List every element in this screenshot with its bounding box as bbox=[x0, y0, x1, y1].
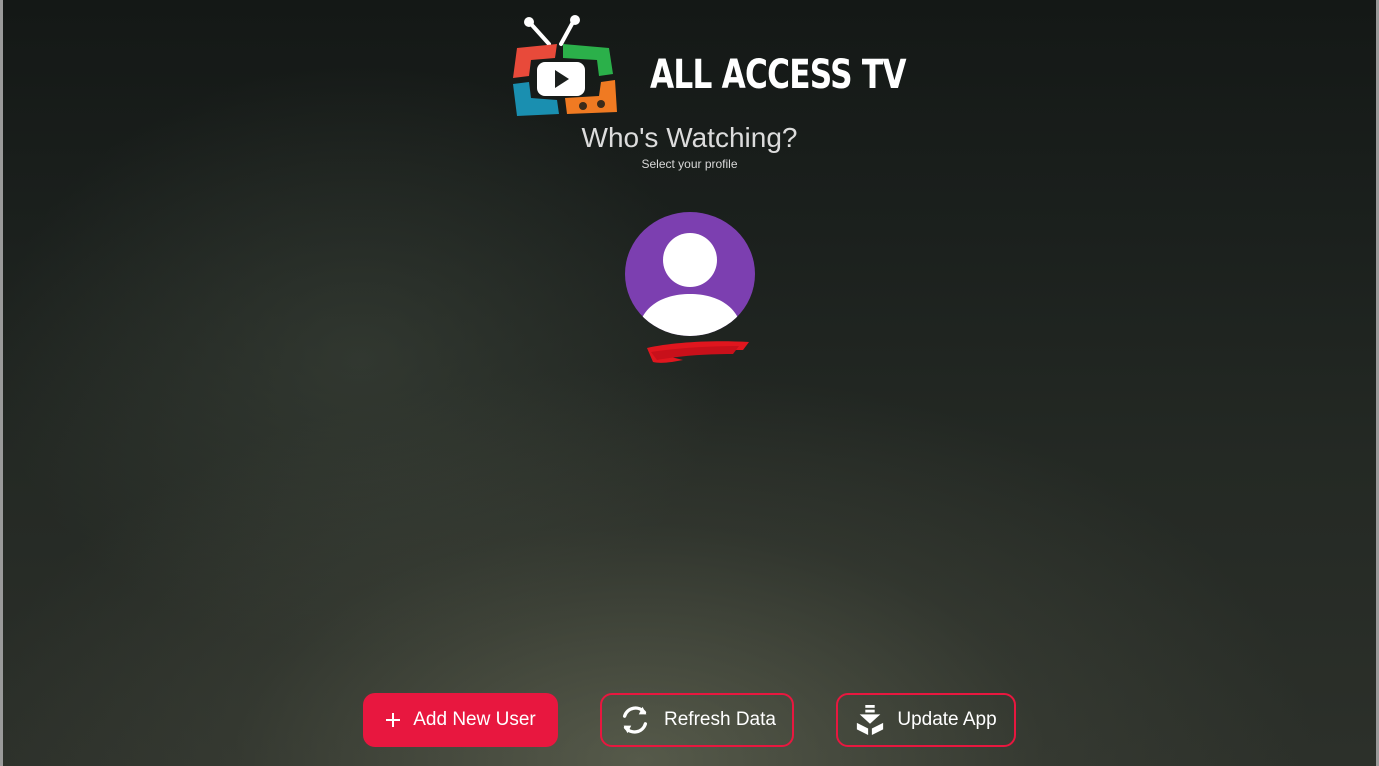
app-title: ALL ACCESS TV bbox=[650, 52, 906, 98]
user-silhouette-icon bbox=[637, 233, 743, 336]
window-edge-left bbox=[0, 0, 3, 766]
update-app-label: Update App bbox=[897, 709, 997, 730]
update-app-button[interactable]: Update App bbox=[836, 693, 1016, 747]
add-new-user-button[interactable]: Add New User bbox=[363, 693, 558, 747]
tv-logo-icon bbox=[513, 15, 617, 116]
redaction-mark bbox=[647, 341, 749, 363]
plus-icon bbox=[385, 712, 401, 728]
add-new-user-label: Add New User bbox=[413, 709, 536, 730]
refresh-icon bbox=[618, 703, 652, 737]
refresh-data-label: Refresh Data bbox=[664, 709, 776, 730]
refresh-data-button[interactable]: Refresh Data bbox=[600, 693, 794, 747]
avatar[interactable] bbox=[625, 212, 755, 336]
page-title: Who's Watching? bbox=[581, 122, 798, 153]
app-logo: ALL ACCESS TV bbox=[505, 14, 906, 120]
page-subtitle: Select your profile bbox=[641, 157, 738, 171]
download-icon bbox=[855, 704, 885, 736]
profile-card[interactable] bbox=[625, 212, 755, 372]
